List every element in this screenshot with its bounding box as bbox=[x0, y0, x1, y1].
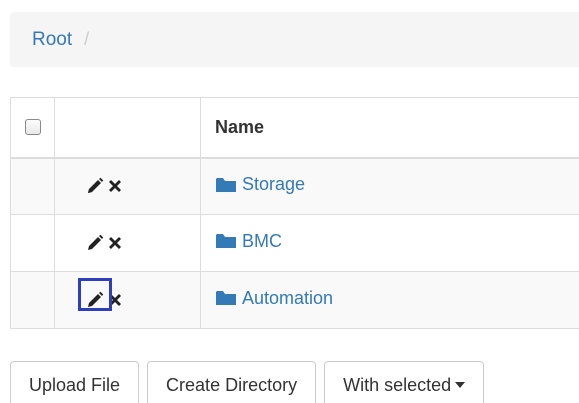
directory-name: BMC bbox=[242, 230, 282, 251]
pencil-icon[interactable] bbox=[85, 289, 105, 311]
caret-down-icon bbox=[455, 382, 466, 388]
pencil-icon[interactable] bbox=[85, 232, 105, 254]
breadcrumb-root-link[interactable]: Root bbox=[32, 29, 72, 51]
directory-link-storage[interactable]: Storage bbox=[215, 174, 305, 195]
row-name-cell: BMC bbox=[200, 214, 579, 272]
row-actions-cell bbox=[54, 214, 201, 272]
file-table: Name Storage BMC Automation bbox=[10, 97, 579, 329]
directory-link-automation[interactable]: Automation bbox=[215, 288, 333, 309]
table-row: Storage bbox=[10, 157, 579, 215]
table-row: BMC bbox=[10, 214, 579, 272]
row-select-cell bbox=[10, 157, 55, 215]
table-row: Automation bbox=[10, 271, 579, 329]
header-actions-cell bbox=[54, 97, 201, 159]
directory-name: Automation bbox=[242, 287, 334, 308]
with-selected-dropdown[interactable]: With selected bbox=[324, 361, 485, 403]
select-all-checkbox[interactable] bbox=[24, 119, 41, 136]
row-select-cell bbox=[10, 271, 55, 329]
folder-icon bbox=[216, 177, 236, 192]
with-selected-label: With selected bbox=[343, 374, 452, 395]
row-name-cell: Automation bbox=[200, 271, 579, 329]
times-icon[interactable] bbox=[105, 232, 125, 254]
folder-icon bbox=[216, 234, 236, 249]
breadcrumb-separator: / bbox=[84, 29, 90, 49]
times-icon[interactable] bbox=[105, 289, 125, 311]
table-header-row: Name bbox=[10, 97, 579, 159]
times-icon[interactable] bbox=[105, 175, 125, 197]
upload-file-button[interactable]: Upload File bbox=[10, 361, 140, 403]
breadcrumb: Root / bbox=[10, 12, 579, 67]
pencil-icon[interactable] bbox=[85, 175, 105, 197]
row-select-cell bbox=[10, 214, 55, 272]
row-name-cell: Storage bbox=[200, 157, 579, 215]
action-button-row: Upload File Create Directory With select… bbox=[10, 361, 485, 403]
row-actions-cell bbox=[54, 271, 201, 329]
directory-link-bmc[interactable]: BMC bbox=[215, 231, 282, 252]
file-manager-page: Root / Name Storage BMC Automation Uploa… bbox=[0, 0, 579, 403]
folder-icon bbox=[216, 291, 236, 306]
header-name[interactable]: Name bbox=[200, 97, 579, 159]
row-actions-cell bbox=[54, 157, 201, 215]
create-directory-button[interactable]: Create Directory bbox=[147, 361, 317, 403]
header-select-all-cell bbox=[10, 97, 55, 159]
directory-name: Storage bbox=[242, 174, 306, 194]
